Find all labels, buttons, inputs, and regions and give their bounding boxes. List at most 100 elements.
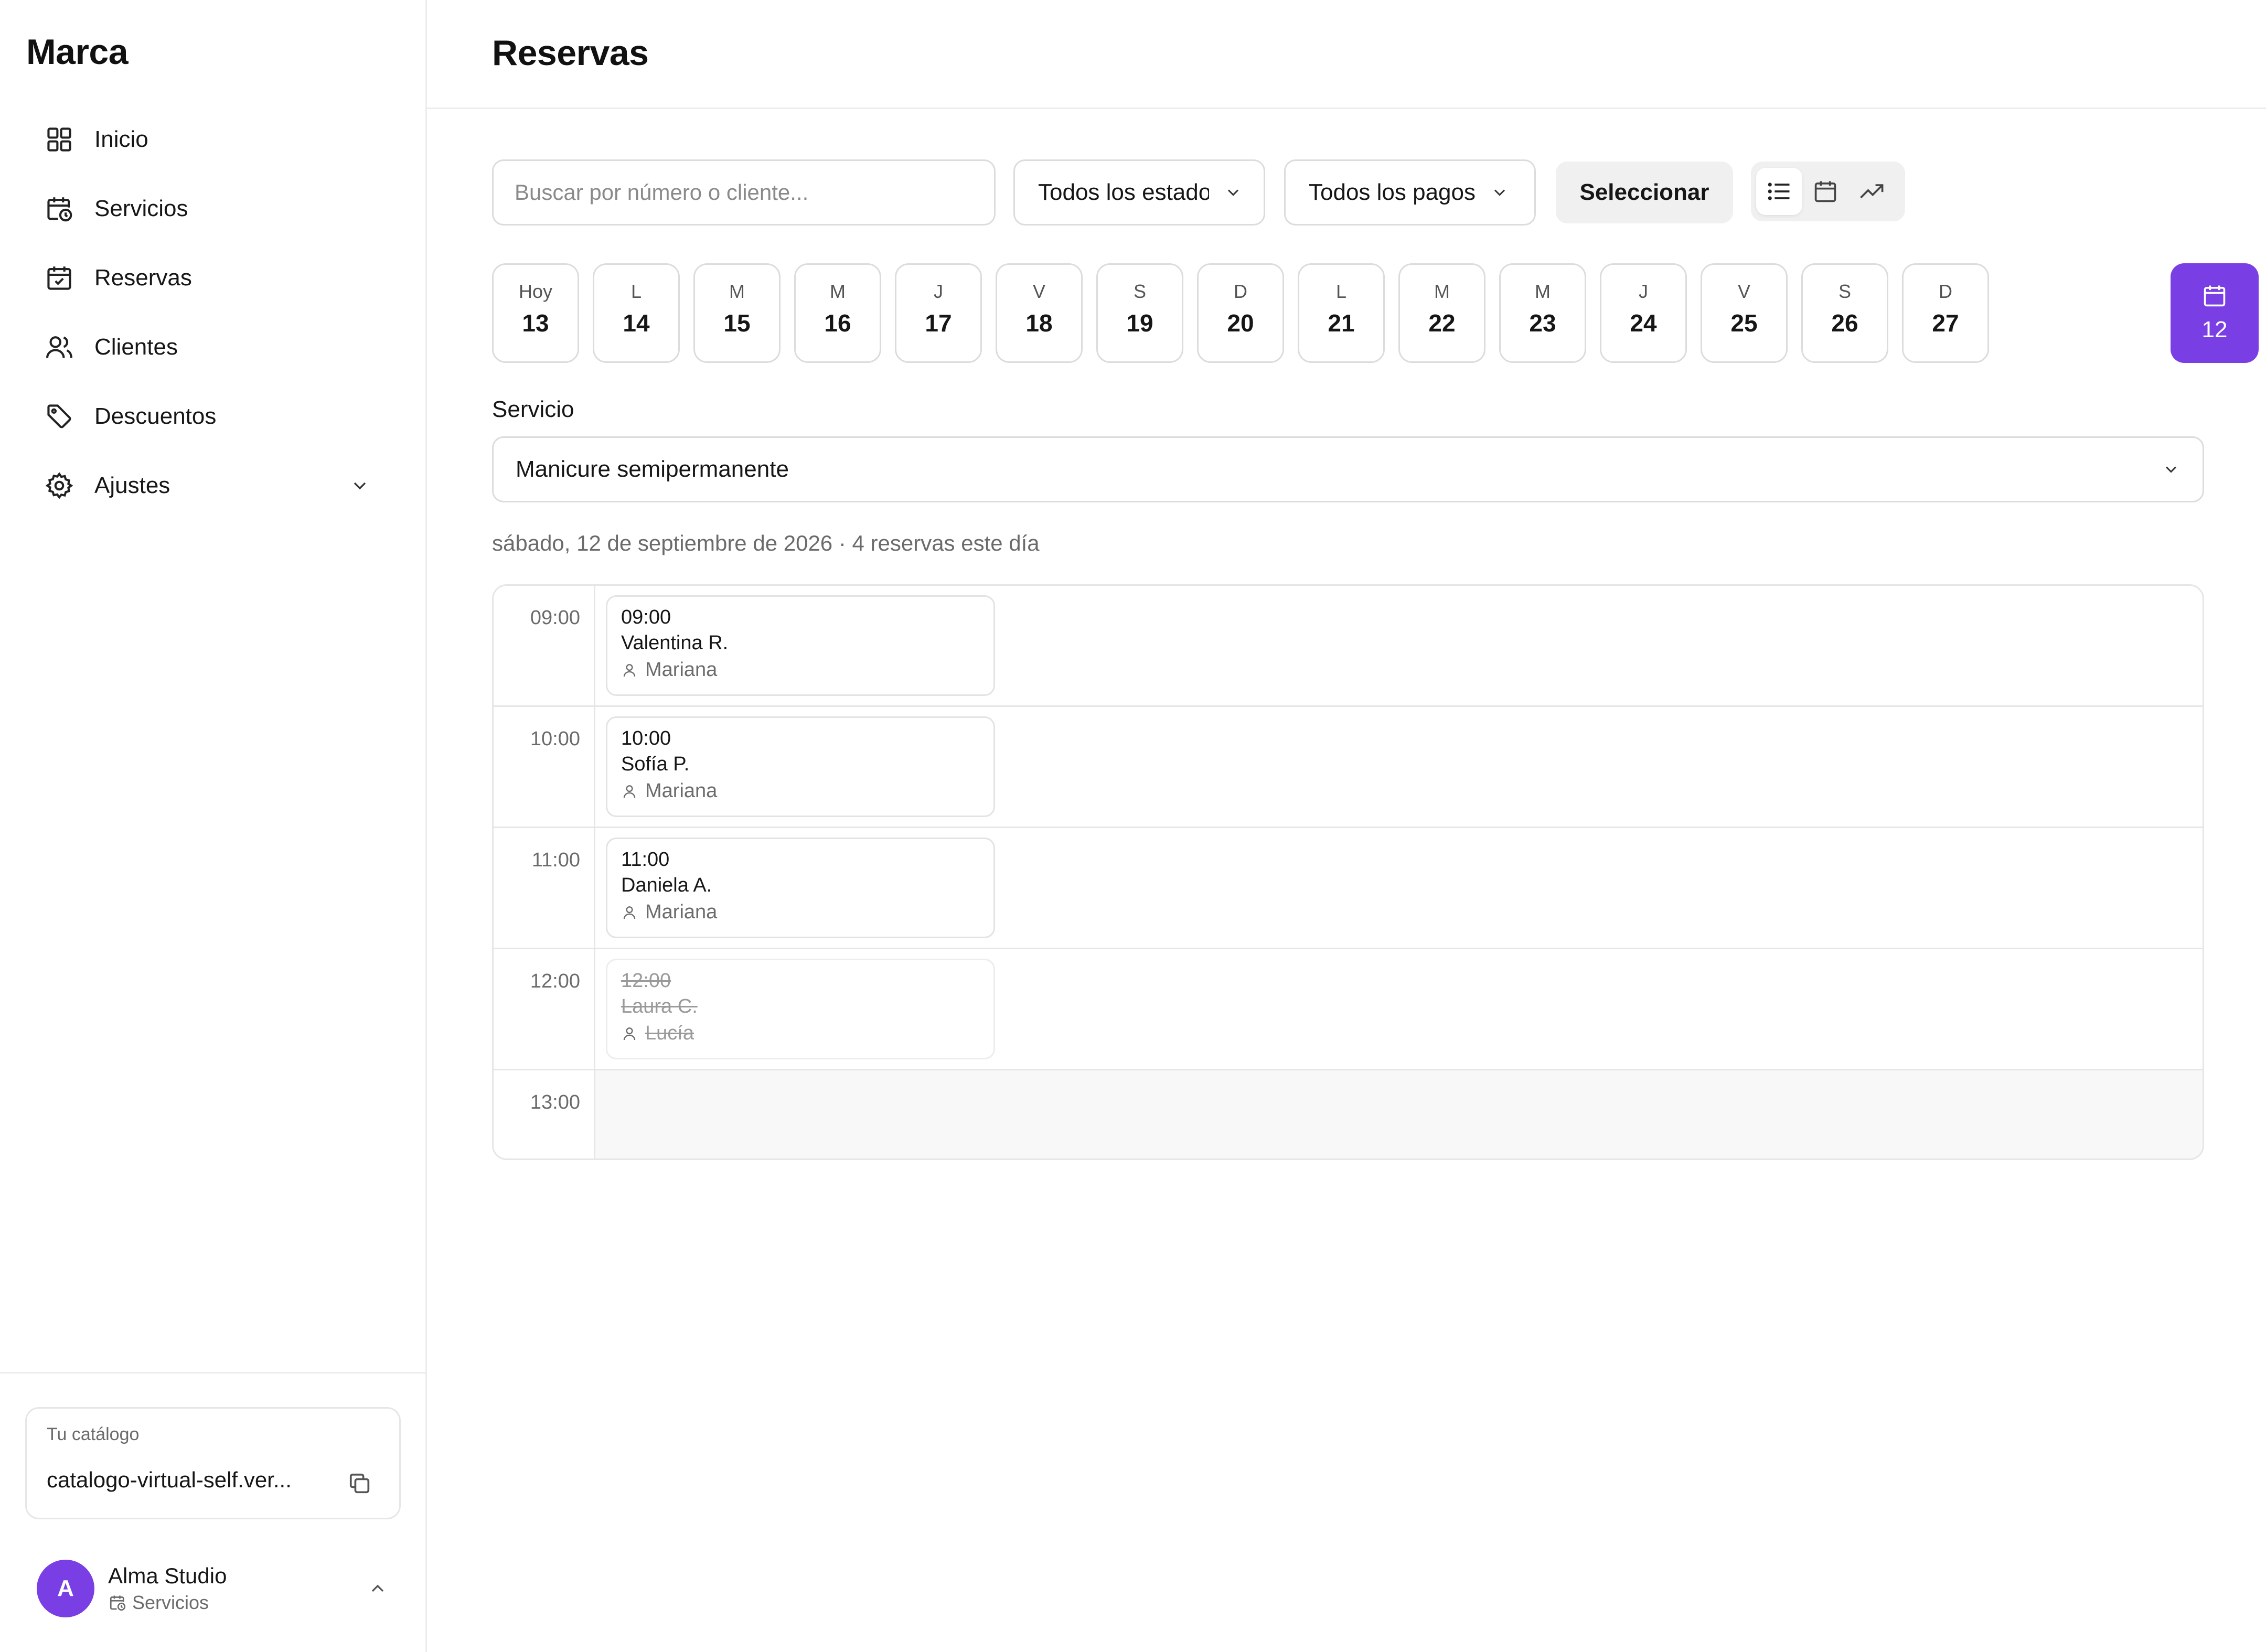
gear-icon: [44, 470, 74, 501]
day-chip[interactable]: V 18: [996, 263, 1083, 363]
day-chip[interactable]: S 26: [1801, 263, 1888, 363]
day-chip-weekday: D: [1939, 281, 1952, 302]
catalog-url[interactable]: catalogo-virtual-self.ver...: [47, 1467, 292, 1493]
selected-day-number: 12: [2201, 317, 2228, 342]
user-icon: [623, 785, 636, 798]
day-chip-weekday: L: [630, 281, 642, 302]
booking-staff: Lucía: [621, 1022, 980, 1045]
day-chip[interactable]: L 14: [593, 263, 680, 363]
sidebar-item-servicios[interactable]: Servicios: [26, 174, 393, 243]
day-chip-number: 24: [1630, 309, 1657, 337]
day-chip[interactable]: V 25: [1701, 263, 1788, 363]
sidebar-nav: Inicio Servicios Reservas Clientes Descu…: [26, 105, 393, 520]
day-chip[interactable]: L 21: [1298, 263, 1385, 363]
day-chip-weekday: Hoy: [518, 281, 553, 302]
booking-staff-name: Mariana: [645, 659, 718, 681]
booking-card[interactable]: 10:00 Sofía P. Mariana: [606, 716, 995, 817]
day-chip[interactable]: J 24: [1600, 263, 1687, 363]
day-chip-number: 25: [1730, 309, 1758, 337]
user-icon: [623, 663, 636, 677]
day-chip[interactable]: M 22: [1398, 263, 1485, 363]
booking-client: Sofía P.: [621, 753, 690, 775]
day-chip-weekday: L: [1335, 281, 1347, 302]
day-chip[interactable]: J 17: [895, 263, 982, 363]
time-slot-label: 11:00: [494, 828, 595, 948]
list-view-button[interactable]: [1756, 168, 1802, 215]
service-label: Servicio: [492, 396, 574, 422]
time-slot: 12:00 12:00 Laura C. Lucía: [494, 949, 2203, 1070]
day-chip[interactable]: D 20: [1197, 263, 1284, 363]
tag-icon: [44, 401, 74, 432]
booking-card[interactable]: 09:00 Valentina R. Mariana: [606, 595, 995, 696]
time-slot: 09:00 09:00 Valentina R. Mariana: [494, 586, 2203, 707]
day-chip[interactable]: M 15: [693, 263, 781, 363]
user-icon: [623, 1027, 636, 1040]
time-slot-label: 13:00: [494, 1070, 595, 1158]
select-button[interactable]: Seleccionar: [1556, 162, 1733, 223]
service-select[interactable]: Manicure semipermanente: [492, 436, 2204, 502]
copy-icon[interactable]: [346, 1469, 373, 1497]
sidebar-item-label: Descuentos: [94, 403, 217, 429]
date-picker-button[interactable]: 12: [2171, 263, 2259, 363]
day-chip-weekday: V: [1032, 281, 1045, 302]
day-chip-number: 23: [1529, 309, 1556, 337]
grid-icon: [44, 124, 74, 155]
day-chip[interactable]: M 16: [794, 263, 881, 363]
day-chip-number: 15: [723, 309, 751, 337]
day-chip-weekday: J: [934, 281, 943, 302]
chevron-down-icon: [1494, 189, 1505, 196]
user-role-label: Servicios: [132, 1592, 209, 1613]
chevron-down-icon[interactable]: [349, 475, 370, 496]
sidebar-item-ajustes[interactable]: Ajustes: [26, 451, 393, 520]
calendar-view-button[interactable]: [1802, 168, 1848, 215]
user-menu[interactable]: A Alma Studio Servicios: [37, 1552, 404, 1625]
day-chip[interactable]: D 27: [1902, 263, 1989, 363]
day-chip-number: 22: [1428, 309, 1456, 337]
day-chip-number: 18: [1025, 309, 1053, 337]
payment-filter-select[interactable]: Todos los pagos: [1284, 159, 1536, 226]
booking-time: 09:00: [621, 606, 671, 628]
day-chip[interactable]: Hoy 13: [492, 263, 579, 363]
sidebar-item-descuentos[interactable]: Descuentos: [26, 382, 393, 451]
avatar: A: [37, 1560, 94, 1617]
calendar-icon: [2204, 285, 2226, 307]
search-input[interactable]: [492, 159, 996, 226]
day-chip-number: 13: [522, 309, 549, 337]
brand-logo[interactable]: Marca: [26, 31, 129, 72]
calendar-clock-icon: [44, 194, 74, 224]
day-chip-weekday: M: [729, 281, 745, 302]
booking-staff-name: Mariana: [645, 901, 718, 923]
time-slot-label: 10:00: [494, 707, 595, 827]
sidebar-item-inicio[interactable]: Inicio: [26, 105, 393, 174]
day-summary: sábado, 12 de septiembre de 2026 · 4 res…: [492, 531, 1040, 555]
day-chip[interactable]: M 23: [1499, 263, 1586, 363]
day-chip-number: 26: [1831, 309, 1858, 337]
catalog-caption: Tu catálogo: [47, 1424, 140, 1444]
time-slot: 10:00 10:00 Sofía P. Mariana: [494, 707, 2203, 828]
booking-time: 10:00: [621, 727, 671, 749]
day-chip-weekday: M: [830, 281, 846, 302]
day-chip[interactable]: S 19: [1096, 263, 1183, 363]
booking-card[interactable]: 11:00 Daniela A. Mariana: [606, 838, 995, 938]
status-filter-select[interactable]: Todos los estados: [1013, 159, 1265, 226]
sidebar-item-clientes[interactable]: Clientes: [26, 313, 393, 382]
day-chip-weekday: S: [1838, 281, 1851, 302]
chevron-down-icon: [2165, 466, 2177, 473]
sidebar-item-reservas[interactable]: Reservas: [26, 243, 393, 313]
page-header: Reservas: [427, 0, 2266, 109]
booking-card-cancelled[interactable]: 12:00 Laura C. Lucía: [606, 959, 995, 1059]
service-select-value: Manicure semipermanente: [516, 456, 789, 482]
chevron-up-icon[interactable]: [367, 1578, 388, 1599]
time-slot-label: 09:00: [494, 586, 595, 705]
calendar-check-icon: [44, 263, 74, 293]
status-filter-value: Todos los estados: [1038, 179, 1209, 205]
chevron-down-icon: [1227, 189, 1239, 196]
day-chip-number: 27: [1932, 309, 1959, 337]
user-icon: [623, 906, 636, 919]
sidebar-item-label: Inicio: [94, 126, 148, 152]
page-title: Reservas: [492, 33, 649, 73]
day-strip: 12 Hoy 13 L 14 M 15 M 16 J 17 V 18 S 19 D 20 L 21 M 22 M 23 J 2…: [492, 263, 2259, 363]
day-chip-number: 14: [623, 309, 650, 337]
empty-slot-area[interactable]: [595, 1070, 2203, 1158]
stats-view-button[interactable]: [1848, 168, 1895, 215]
